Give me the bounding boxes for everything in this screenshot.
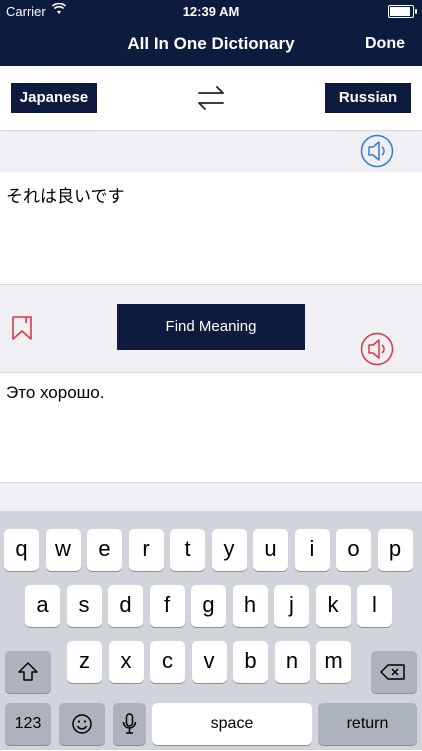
bottom-strip — [0, 482, 422, 512]
emoji-key[interactable] — [59, 703, 105, 745]
key-b[interactable]: b — [233, 641, 268, 683]
output-text: Это хорошо. — [6, 383, 105, 402]
microphone-key[interactable] — [113, 703, 146, 745]
speaker-icon[interactable] — [360, 332, 394, 366]
swap-languages-icon[interactable] — [196, 84, 226, 112]
key-f[interactable]: f — [149, 585, 185, 627]
key-c[interactable]: c — [150, 641, 185, 683]
key-a[interactable]: a — [25, 585, 60, 627]
source-language-button[interactable]: Japanese — [11, 83, 97, 113]
keyboard: qwertyuiop asdfghjkl zxcvbnm 123 space r… — [0, 511, 422, 750]
target-language-button[interactable]: Russian — [325, 83, 411, 113]
key-i[interactable]: i — [294, 529, 330, 571]
emoji-icon — [72, 714, 92, 734]
key-t[interactable]: t — [170, 529, 205, 571]
key-g[interactable]: g — [191, 585, 226, 627]
key-w[interactable]: w — [45, 529, 81, 571]
key-e[interactable]: e — [87, 529, 122, 571]
page-title: All In One Dictionary — [127, 34, 295, 53]
done-button[interactable]: Done — [365, 35, 405, 53]
key-n[interactable]: n — [274, 641, 310, 683]
battery-icon — [388, 5, 417, 18]
clock: 12:39 AM — [182, 4, 240, 19]
key-u[interactable]: u — [253, 529, 288, 571]
return-key[interactable]: return — [318, 703, 417, 745]
input-text: それは良いです — [6, 187, 125, 206]
bookmark-icon[interactable] — [11, 315, 33, 341]
input-text-area[interactable]: それは良いです — [0, 172, 422, 284]
key-p[interactable]: p — [377, 529, 413, 571]
key-s[interactable]: s — [66, 585, 102, 627]
key-q[interactable]: q — [4, 529, 39, 571]
key-y[interactable]: y — [211, 529, 247, 571]
find-meaning-button[interactable]: Find Meaning — [117, 304, 305, 350]
shift-key[interactable] — [5, 651, 51, 693]
key-z[interactable]: z — [67, 641, 102, 683]
numbers-key[interactable]: 123 — [5, 703, 51, 745]
key-k[interactable]: k — [315, 585, 351, 627]
output-text-area: Это хорошо. — [0, 372, 422, 483]
speaker-icon[interactable] — [360, 134, 394, 168]
key-x[interactable]: x — [108, 641, 144, 683]
backspace-key[interactable] — [371, 651, 417, 693]
key-d[interactable]: d — [108, 585, 143, 627]
key-j[interactable]: j — [274, 585, 309, 627]
key-v[interactable]: v — [191, 641, 227, 683]
microphone-icon — [122, 713, 137, 734]
shift-icon — [18, 662, 38, 681]
key-m[interactable]: m — [316, 641, 351, 683]
key-l[interactable]: l — [357, 585, 392, 627]
language-bar: Japanese Russian — [0, 66, 422, 131]
space-key[interactable]: space — [152, 703, 312, 745]
key-r[interactable]: r — [128, 529, 164, 571]
key-o[interactable]: o — [336, 529, 371, 571]
backspace-icon — [380, 664, 405, 680]
input-toolbar — [0, 131, 422, 172]
status-bar: Carrier 12:39 AM — [0, 0, 422, 22]
key-h[interactable]: h — [232, 585, 268, 627]
